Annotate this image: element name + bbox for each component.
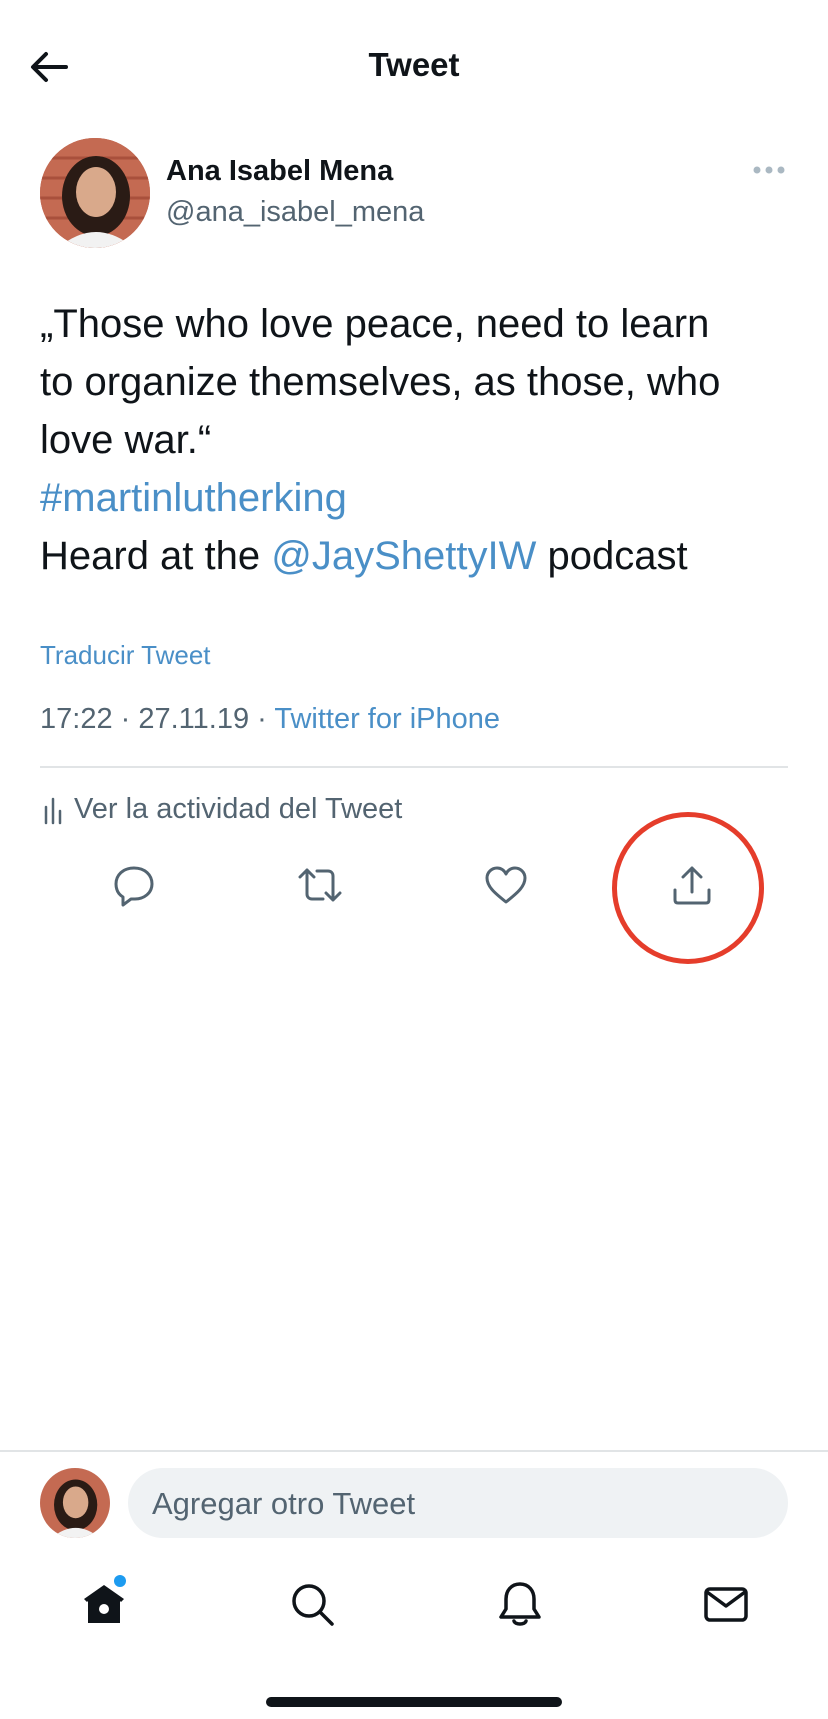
reply-button[interactable]	[109, 860, 159, 910]
compose-divider	[0, 1450, 828, 1452]
retweet-button[interactable]	[295, 860, 345, 910]
divider	[40, 766, 788, 768]
tweet-text-fragment: podcast	[536, 534, 688, 578]
bell-icon	[499, 1582, 541, 1626]
tweet-source-link[interactable]: Twitter for iPhone	[274, 703, 500, 735]
tweet-text-fragment: Heard at the	[40, 534, 272, 578]
nav-home[interactable]	[80, 1580, 128, 1628]
meta-separator: ·	[249, 703, 275, 735]
nav-messages[interactable]	[702, 1580, 750, 1628]
author-handle[interactable]: @ana_isabel_mena	[166, 196, 424, 229]
translate-tweet-link[interactable]: Traducir Tweet	[40, 640, 211, 671]
meta-separator: ·	[112, 703, 139, 735]
nav-notifications[interactable]	[496, 1580, 544, 1628]
page-title: Tweet	[368, 46, 460, 83]
tweet-text-line: love war.“	[40, 418, 212, 462]
mail-icon	[704, 1587, 748, 1622]
nav-search[interactable]	[288, 1580, 336, 1628]
reply-icon	[114, 866, 154, 907]
tweet-activity-label: Ver la actividad del Tweet	[74, 793, 403, 825]
tweet-meta: 17:22 · 27.11.19 · Twitter for iPhone	[40, 703, 500, 736]
like-button[interactable]	[481, 860, 531, 910]
tweet-date: 27.11.19	[138, 703, 250, 735]
hashtag-link[interactable]: #martinlutherking	[40, 476, 347, 520]
search-icon	[292, 1584, 334, 1626]
tweet-time: 17:22	[40, 703, 113, 735]
share-highlight-circle	[612, 812, 764, 964]
analytics-icon	[44, 798, 62, 825]
more-horizontal-icon	[753, 166, 785, 174]
heart-icon	[485, 866, 527, 904]
home-indicator	[266, 1697, 562, 1707]
tweet-activity-link[interactable]: Ver la actividad del Tweet	[42, 793, 402, 826]
compose-avatar	[40, 1468, 110, 1538]
more-options-button[interactable]	[752, 163, 786, 177]
compose-placeholder: Agregar otro Tweet	[152, 1486, 416, 1521]
home-notification-dot	[114, 1575, 126, 1587]
home-icon	[84, 1585, 124, 1623]
mention-link[interactable]: @JayShettyIW	[271, 534, 536, 578]
author-avatar[interactable]	[40, 138, 150, 248]
author-name[interactable]: Ana Isabel Mena	[166, 155, 393, 188]
tweet-text-line: „Those who love peace, need to learn	[40, 302, 710, 346]
tweet-text: „Those who love peace, need to learn to …	[40, 295, 800, 585]
retweet-icon	[298, 868, 342, 902]
tweet-text-line: to organize themselves, as those, who	[40, 360, 721, 404]
